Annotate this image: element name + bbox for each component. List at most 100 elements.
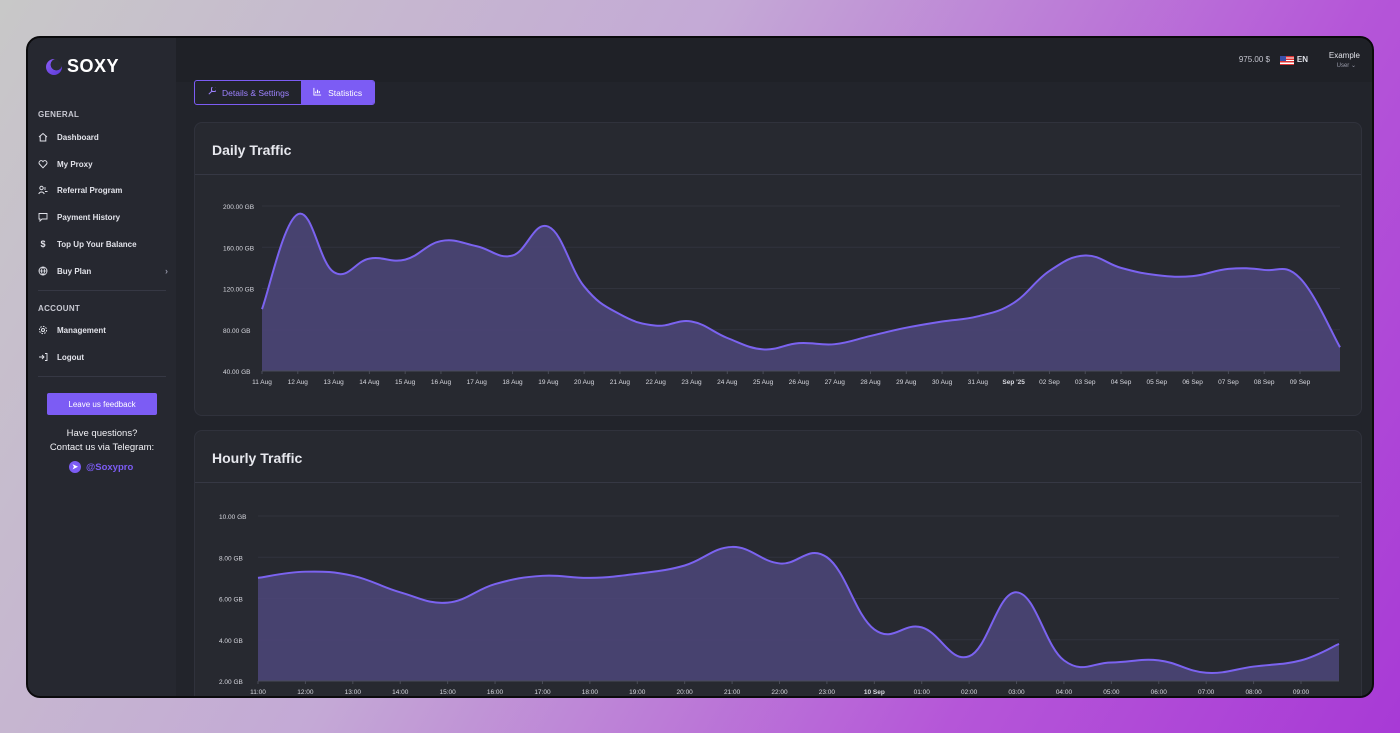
data-point[interactable] [539,573,545,579]
sidebar-item-top-up-balance[interactable]: $ Top Up Your Balance [38,235,168,253]
x-tick-label: 06 Sep [1182,379,1203,386]
data-point[interactable] [966,653,972,659]
feedback-button[interactable]: Leave us feedback [47,393,157,415]
data-point[interactable] [1225,266,1231,272]
x-tick-label: 03 Sep [1075,379,1096,386]
daily-traffic-chart[interactable]: 200.00 GB 160.00 GB 120.00 GB 80.00 GB 40.00… [195,175,1363,415]
help-contact: Contact us via Telegram: [49,442,155,453]
data-point[interactable] [903,325,909,331]
data-point[interactable] [760,346,766,352]
data-point[interactable] [295,211,301,217]
x-tick-label: 26 Aug [789,379,810,386]
data-point[interactable] [255,575,261,581]
data-point[interactable] [617,311,623,317]
data-point[interactable] [402,257,408,263]
data-point[interactable] [777,560,783,566]
data-point[interactable] [331,269,337,275]
sidebar-item-label: Referral Program [57,185,123,195]
tab-details-settings[interactable]: Details & Settings [195,81,301,104]
tab-statistics[interactable]: Statistics [301,81,375,104]
data-point[interactable] [1046,268,1052,274]
x-tick-label: 01:00 [914,689,931,696]
data-point[interactable] [1154,272,1160,278]
data-point[interactable] [832,341,838,347]
traffic-area [258,546,1339,681]
data-point[interactable] [366,256,372,262]
data-point[interactable] [1203,670,1209,676]
x-tick-label: Sep '25 [1002,379,1025,386]
x-tick-label: 22 Aug [646,379,667,386]
sidebar-item-my-proxy[interactable]: My Proxy [38,155,168,173]
data-point[interactable] [1261,267,1267,273]
x-tick-label: 07:00 [1198,689,1215,696]
data-point[interactable] [729,544,735,550]
language-selector[interactable]: EN [1297,55,1308,64]
sidebar-item-label: Dashboard [57,132,99,142]
user-name[interactable]: Example [1329,51,1360,60]
user-menu-toggle[interactable]: User ⌄ [1337,62,1356,69]
x-tick-label: 06:00 [1151,689,1168,696]
sidebar-item-management[interactable]: Management [38,321,168,339]
data-point[interactable] [259,306,265,312]
data-point[interactable] [824,554,830,560]
data-point[interactable] [510,253,516,259]
logout-icon [38,352,48,362]
data-point[interactable] [1297,275,1303,281]
data-point[interactable] [689,319,695,325]
brand-logo[interactable]: SOXY [46,56,119,77]
sidebar-item-label: Management [57,325,106,335]
home-icon [38,132,48,142]
data-point[interactable] [1118,265,1124,271]
hourly-traffic-chart[interactable]: 10.00 GB 8.00 GB 6.00 GB 4.00 GB 2.00 GB 11:0… [195,483,1363,698]
x-tick-label: 13 Aug [323,379,344,386]
data-point[interactable] [1061,657,1067,663]
x-tick-label: 14 Aug [359,379,380,386]
sidebar-item-dashboard[interactable]: Dashboard [38,128,168,146]
x-tick-label: 29 Aug [896,379,917,386]
sidebar-item-payment-history[interactable]: Payment History [38,208,168,226]
data-point[interactable] [682,563,688,569]
data-point[interactable] [581,283,587,289]
data-point[interactable] [1082,253,1088,259]
x-tick-label: 08 Sep [1254,379,1275,386]
data-point[interactable] [545,224,551,230]
data-point[interactable] [350,573,356,579]
sidebar-item-logout[interactable]: Logout [38,348,168,366]
data-point[interactable] [867,333,873,339]
data-point[interactable] [474,243,480,249]
data-point[interactable] [492,581,498,587]
data-point[interactable] [1298,657,1304,663]
sidebar-item-buy-plan[interactable]: Buy Plan › [38,262,168,280]
data-point[interactable] [1190,273,1196,279]
data-point[interactable] [1011,300,1017,306]
data-point[interactable] [919,624,925,630]
data-point[interactable] [397,589,403,595]
data-point[interactable] [1014,589,1020,595]
x-tick-label: 05 Sep [1147,379,1168,386]
data-point[interactable] [653,323,659,329]
data-point[interactable] [445,600,451,606]
telegram-link[interactable]: ➤ @Soxypro [69,461,133,473]
data-point[interactable] [939,319,945,325]
traffic-area [262,213,1340,371]
sidebar-item-referral-program[interactable]: Referral Program [38,181,168,199]
data-point[interactable] [1156,657,1162,663]
y-tick-label: 2.00 GB [219,679,243,686]
us-flag-icon[interactable] [1280,56,1294,65]
user-role: User [1336,63,1350,69]
x-tick-label: 24 Aug [717,379,738,386]
data-point[interactable] [796,340,802,346]
data-point[interactable] [302,569,308,575]
data-point[interactable] [587,575,593,581]
y-tick-label: 200.00 GB [223,204,254,211]
data-point[interactable] [871,626,877,632]
data-point[interactable] [1251,664,1257,670]
data-point[interactable] [634,571,640,577]
data-point[interactable] [1108,659,1114,665]
data-point[interactable] [724,335,730,341]
logo-icon [46,58,62,75]
heart-icon [38,159,48,169]
data-point[interactable] [975,313,981,319]
data-point[interactable] [438,238,444,244]
y-tick-label: 80.00 GB [223,328,250,335]
